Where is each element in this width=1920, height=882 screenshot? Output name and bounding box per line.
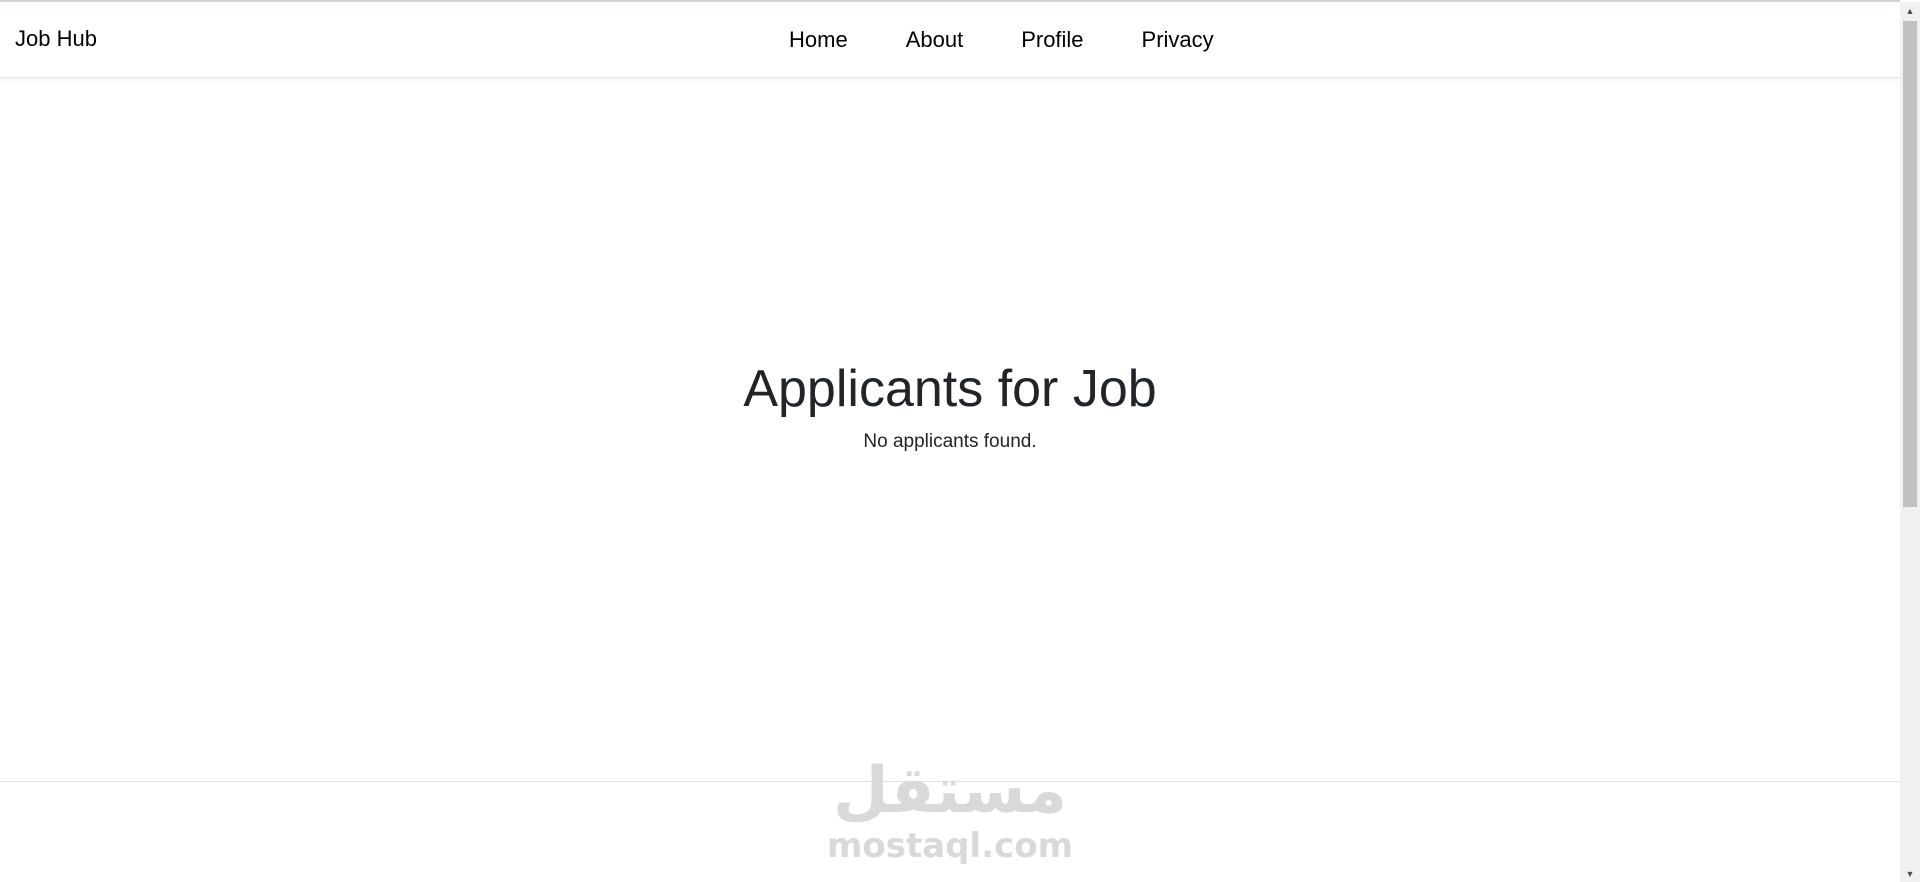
page-title: Applicants for Job [743, 360, 1157, 418]
page: Job Hub Home About Profile Privacy Appli… [0, 0, 1920, 882]
footer [0, 781, 1900, 882]
browser-viewport: Job Hub Home About Profile Privacy Appli… [0, 2, 1900, 882]
scroll-down-arrow[interactable]: ▼ [1900, 865, 1920, 882]
scroll-thumb[interactable] [1903, 21, 1917, 507]
nav-item-about: About [877, 26, 993, 54]
triangle-up-icon: ▲ [1905, 5, 1915, 16]
nav-item-home: Home [760, 26, 877, 54]
nav-list: Home About Profile Privacy [760, 26, 1243, 54]
nav-item-privacy: Privacy [1113, 26, 1243, 54]
navbar: Job Hub Home About Profile Privacy [0, 2, 1900, 78]
nav-link-profile[interactable]: Profile [992, 26, 1112, 54]
nav-link-about[interactable]: About [877, 26, 993, 54]
scroll-up-arrow[interactable]: ▲ [1900, 2, 1920, 19]
empty-state-message: No applicants found. [863, 431, 1037, 452]
nav-link-privacy[interactable]: Privacy [1113, 26, 1243, 54]
vertical-scrollbar[interactable]: ▲ ▼ [1900, 2, 1920, 882]
nav-link-home[interactable]: Home [760, 26, 877, 54]
brand-link[interactable]: Job Hub [15, 26, 97, 52]
triangle-down-icon: ▼ [1905, 868, 1915, 879]
nav-item-profile: Profile [992, 26, 1112, 54]
main-content: Applicants for Job No applicants found. [0, 357, 1900, 453]
